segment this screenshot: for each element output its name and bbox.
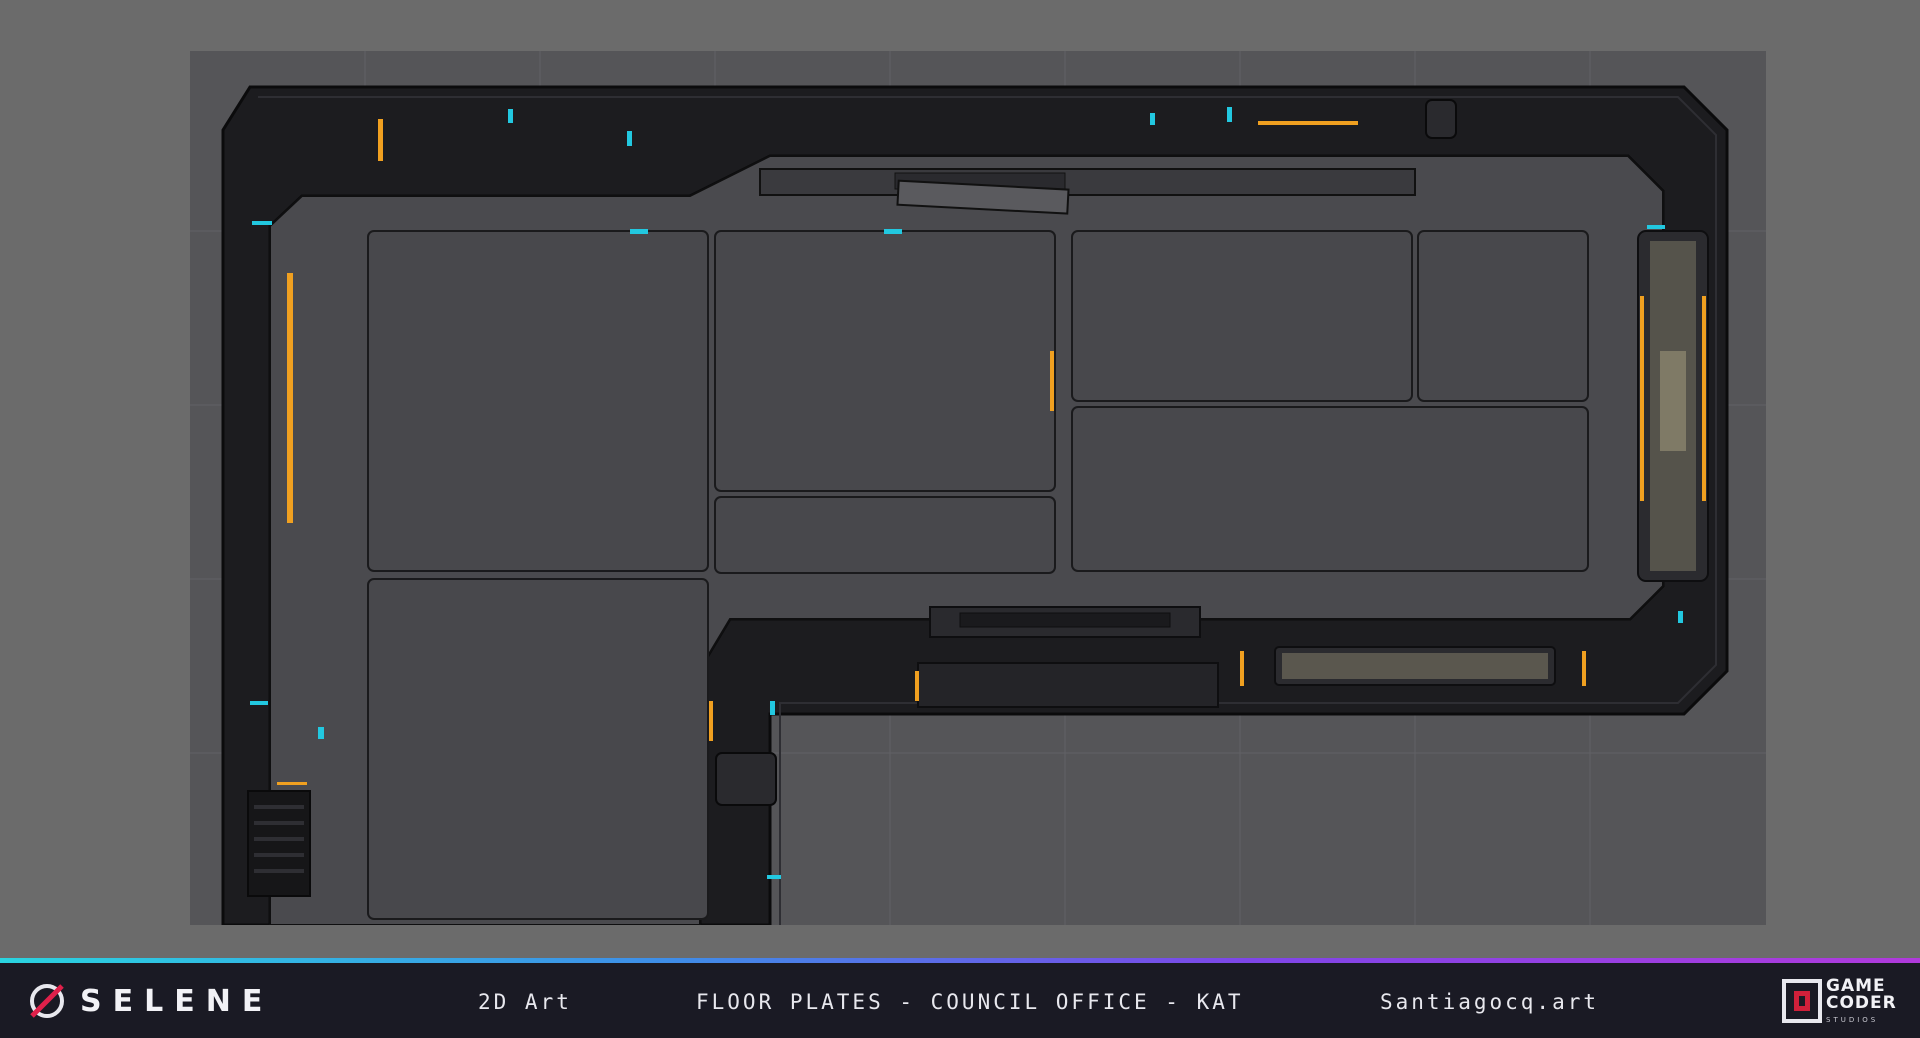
- studio-name-line2: CODER: [1826, 993, 1897, 1013]
- studio-name: GAME CODER: [1826, 978, 1897, 1012]
- floor-plate-artwork: [190, 51, 1766, 925]
- footer-subject: FLOOR PLATES - COUNCIL OFFICE - KAT: [696, 990, 1244, 1014]
- footer-gradient-line: [0, 958, 1920, 963]
- studio-subtitle: STUDIOS: [1826, 1016, 1879, 1024]
- footer-category: 2D Art: [478, 990, 572, 1014]
- game-title: SELENE: [80, 984, 274, 1019]
- footer-website: Santiagocq.art: [1380, 990, 1600, 1014]
- selene-logo-icon: [30, 984, 64, 1018]
